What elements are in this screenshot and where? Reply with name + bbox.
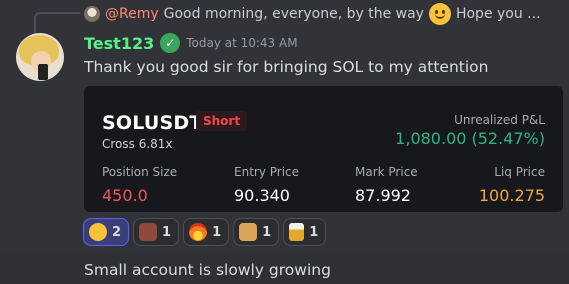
pnl-label: Unrealized P&L <box>454 113 545 127</box>
message-text: Thank you good sir for bringing SOL to m… <box>84 58 489 76</box>
timestamp[interactable]: Today at 10:43 AM <box>186 36 297 50</box>
mark-price-value: 87.992 <box>355 186 411 205</box>
reaction-money-mouth[interactable]: 2 <box>83 218 130 246</box>
reaction-count: 1 <box>309 224 319 240</box>
username[interactable]: Test123 <box>84 34 154 53</box>
reply-text-tail: Hope you ... <box>455 6 541 22</box>
entry-price-label: Entry Price <box>234 165 300 179</box>
reaction-count: 2 <box>112 224 122 240</box>
reaction-count: 1 <box>162 224 172 240</box>
liq-price-value: 100.275 <box>478 186 545 205</box>
reaction-count: 1 <box>212 224 222 240</box>
pnl-value: 1,080.00 (52.47%) <box>395 129 545 148</box>
reply-author[interactable]: @Remy <box>105 6 159 22</box>
trade-leverage: Cross 6.81x <box>102 137 173 151</box>
reaction-beer[interactable]: 1 <box>283 218 327 246</box>
mark-price-label: Mark Price <box>355 165 418 179</box>
reply-avatar[interactable] <box>84 6 100 22</box>
fire-icon <box>189 223 208 241</box>
verified-check-icon: ✓ <box>160 33 181 53</box>
reaction-count: 1 <box>262 224 272 240</box>
position-size-label: Position Size <box>102 165 178 179</box>
trade-side-badge: Short <box>196 111 248 131</box>
custom-emote-icon <box>239 223 258 241</box>
reply-text: Good morning, everyone, by the way <box>163 6 424 22</box>
message-header: Test123 ✓ Today at 10:43 AM <box>84 33 298 53</box>
position-size-value: 450.0 <box>102 186 148 205</box>
money-mouth-face-icon <box>89 223 107 241</box>
custom-emote-icon <box>139 223 158 241</box>
trade-symbol: SOLUSDT <box>102 112 203 134</box>
liq-price-label: Liq Price <box>494 165 545 179</box>
reaction-custom-1[interactable]: 1 <box>133 218 180 246</box>
reply-preview[interactable]: @Remy Good morning, everyone, by the way… <box>84 2 541 26</box>
beer-mug-icon <box>289 223 305 241</box>
reaction-custom-2[interactable]: 1 <box>233 218 280 246</box>
reply-connector <box>34 12 80 34</box>
trade-card-image[interactable]: SOLUSDT Short Cross 6.81x Unrealized P&L… <box>84 86 563 212</box>
entry-price-value: 90.340 <box>234 186 290 205</box>
reactions-bar: 2 1 1 1 1 <box>83 218 327 246</box>
next-message-text: Small account is slowly growing <box>84 261 331 279</box>
avatar[interactable] <box>16 33 64 81</box>
slightly-smiling-face-icon <box>428 3 451 25</box>
reaction-fire[interactable]: 1 <box>183 218 230 246</box>
